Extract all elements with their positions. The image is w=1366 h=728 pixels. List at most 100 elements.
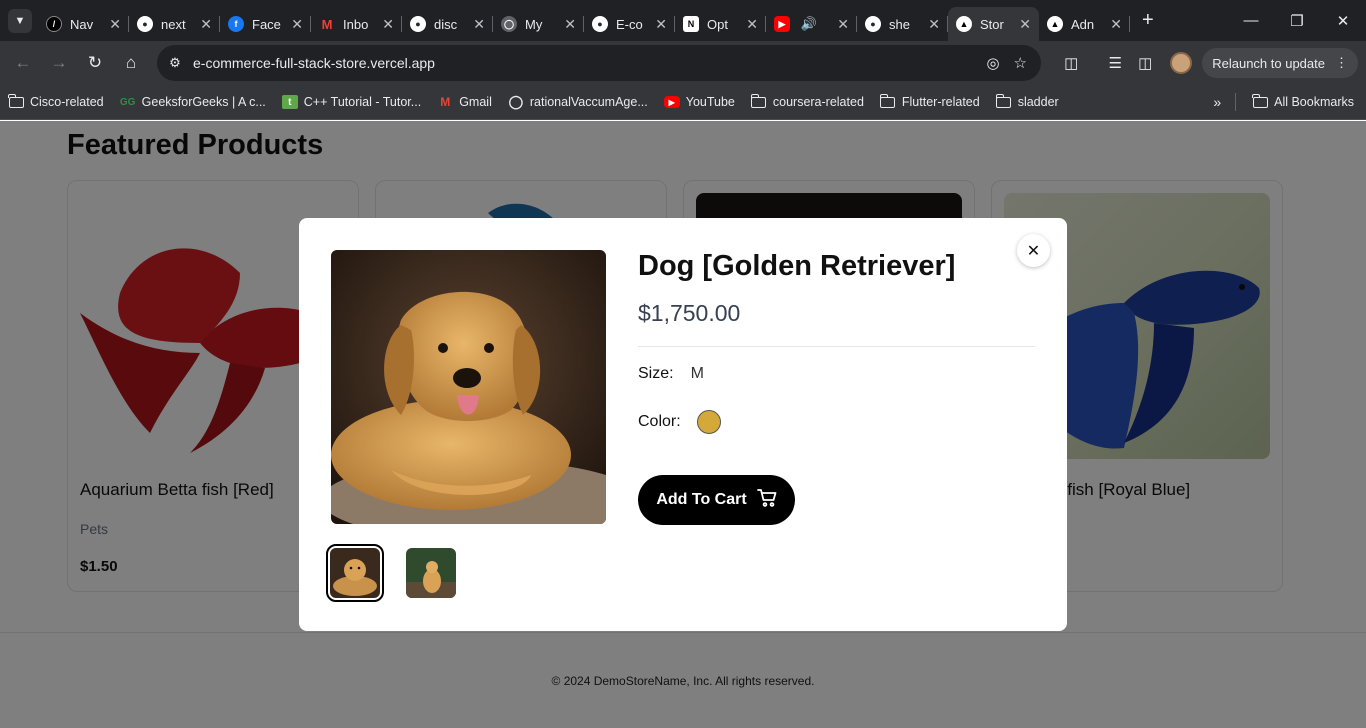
tab-label: disc bbox=[434, 16, 458, 32]
close-icon[interactable]: ✕ bbox=[655, 16, 667, 33]
tabs: / Nav ✕ ● next ✕ f Face ✕ M Inbo ✕ ● disc ✕ ◯ My ✕ ●… bbox=[38, 0, 1130, 41]
home-icon[interactable]: ⌂ bbox=[114, 46, 148, 80]
bookmark-sladder[interactable]: sladder bbox=[988, 93, 1067, 109]
close-icon[interactable]: ✕ bbox=[291, 16, 303, 33]
thumbnail-golden-retriever-lying[interactable] bbox=[326, 544, 384, 602]
tab-facebook[interactable]: f Face ✕ bbox=[220, 7, 311, 41]
address-bar[interactable]: ⚙ e-commerce-full-stack-store.vercel.app… bbox=[157, 45, 1041, 81]
tab-label: Stor bbox=[980, 16, 1004, 32]
window-close-icon[interactable]: ✕ bbox=[1320, 0, 1366, 41]
window-controls: — ❐ ✕ bbox=[1228, 0, 1366, 41]
close-icon[interactable]: ✕ bbox=[1019, 16, 1031, 33]
close-icon[interactable]: ✕ bbox=[564, 16, 576, 33]
close-icon[interactable]: ✕ bbox=[1110, 16, 1122, 33]
tab-youtube[interactable]: ▶ 🔊 ✕ bbox=[766, 7, 857, 41]
add-to-cart-button[interactable]: Add To Cart bbox=[638, 475, 795, 525]
close-icon[interactable]: ✕ bbox=[109, 16, 121, 33]
url-text[interactable]: e-commerce-full-stack-store.vercel.app bbox=[193, 55, 435, 71]
gmail-icon: M bbox=[321, 16, 333, 32]
back-arrow-icon[interactable]: ← bbox=[6, 46, 40, 80]
speaker-icon[interactable]: 🔊 bbox=[798, 16, 820, 32]
tab-label: Nav bbox=[70, 16, 94, 32]
bookmark-label: C++ Tutorial - Tutor... bbox=[303, 95, 422, 109]
tab-inbox[interactable]: M Inbo ✕ bbox=[311, 7, 402, 41]
tab-label: Opt bbox=[707, 16, 728, 32]
tab-search-chevron-icon[interactable]: ▼ bbox=[8, 8, 32, 33]
bookmarks-bar: Cisco-related GG GeeksforGeeks | A c... t… bbox=[0, 85, 1366, 120]
bookmark-geeksforgeeks[interactable]: GG GeeksforGeeks | A c... bbox=[112, 95, 274, 109]
media-controls-icon[interactable]: ☰ bbox=[1100, 54, 1130, 72]
github-icon: ● bbox=[410, 16, 426, 32]
bookmark-star-icon[interactable]: ☆ bbox=[1014, 54, 1027, 72]
tab-my[interactable]: ◯ My ✕ bbox=[493, 7, 584, 41]
gmail-icon: M bbox=[440, 95, 451, 109]
eye-off-icon[interactable]: ◎ bbox=[986, 54, 999, 72]
toolbar-right: ◫ ☰ ◫ Relaunch to update ⋮ bbox=[1056, 41, 1366, 85]
tab-ecommerce[interactable]: ● E-co ✕ bbox=[584, 7, 675, 41]
bookmark-label: coursera-related bbox=[772, 95, 864, 109]
tab-admin[interactable]: ▲ Adn ✕ bbox=[1039, 7, 1130, 41]
more-bookmarks-chevron-icon[interactable]: » bbox=[1213, 94, 1221, 110]
size-value: M bbox=[690, 365, 704, 382]
folder-icon bbox=[995, 93, 1012, 109]
tab-label: E-co bbox=[616, 16, 643, 32]
tab-she[interactable]: ● she ✕ bbox=[857, 7, 948, 41]
bookmark-rational[interactable]: ◯ rationalVaccumAge... bbox=[500, 94, 656, 109]
close-icon[interactable]: ✕ bbox=[746, 16, 758, 33]
github-icon: ● bbox=[137, 16, 153, 32]
facebook-icon: f bbox=[228, 16, 244, 32]
close-icon[interactable]: ✕ bbox=[1017, 234, 1050, 267]
size-row: Size: M bbox=[638, 365, 704, 383]
reload-icon[interactable]: ↻ bbox=[78, 46, 112, 80]
youtube-icon: ▶ bbox=[663, 96, 680, 108]
color-row: Color: bbox=[638, 410, 721, 434]
relaunch-button[interactable]: Relaunch to update ⋮ bbox=[1202, 48, 1358, 78]
relaunch-label: Relaunch to update bbox=[1212, 55, 1325, 71]
tab-disc[interactable]: ● disc ✕ bbox=[402, 7, 493, 41]
vercel-icon: ▲ bbox=[1047, 16, 1063, 32]
bookmark-label: Gmail bbox=[459, 95, 492, 109]
youtube-icon: ▶ bbox=[774, 16, 790, 32]
bookmark-label: Cisco-related bbox=[30, 95, 104, 109]
bookmark-coursera[interactable]: coursera-related bbox=[743, 93, 872, 109]
tab-nav[interactable]: / Nav ✕ bbox=[38, 7, 129, 41]
product-price: $1,750.00 bbox=[638, 300, 741, 326]
gfg-icon: GG bbox=[119, 96, 136, 108]
bookmark-cpp-tutorial[interactable]: t C++ Tutorial - Tutor... bbox=[274, 95, 429, 109]
tab-opt[interactable]: N Opt ✕ bbox=[675, 7, 766, 41]
bookmark-label: GeeksforGeeks | A c... bbox=[141, 95, 266, 109]
close-icon[interactable]: ✕ bbox=[200, 16, 212, 33]
close-icon[interactable]: ✕ bbox=[837, 16, 849, 33]
bookmark-flutter[interactable]: Flutter-related bbox=[872, 93, 988, 109]
extensions-icon[interactable]: ◫ bbox=[1056, 54, 1086, 72]
tab-label: Adn bbox=[1071, 16, 1095, 32]
globe-icon: ◯ bbox=[508, 94, 524, 109]
minimize-icon[interactable]: — bbox=[1228, 0, 1274, 41]
tab-store[interactable]: ▲ Stor ✕ bbox=[948, 7, 1039, 41]
side-panel-icon[interactable]: ◫ bbox=[1130, 54, 1160, 72]
folder-icon bbox=[879, 93, 896, 109]
restore-icon[interactable]: ❐ bbox=[1274, 0, 1320, 41]
forward-arrow-icon[interactable]: → bbox=[42, 46, 76, 80]
divider bbox=[638, 346, 1035, 347]
close-icon[interactable]: ✕ bbox=[928, 16, 940, 33]
bookmark-gmail[interactable]: M Gmail bbox=[429, 95, 500, 109]
site-info-icon[interactable]: ⚙ bbox=[163, 51, 187, 75]
github-icon: ● bbox=[592, 16, 608, 32]
tab-strip: ▼ / Nav ✕ ● next ✕ f Face ✕ M Inbo ✕ ● disc ✕ ◯ My ✕… bbox=[0, 0, 1366, 41]
color-label: Color: bbox=[638, 413, 681, 430]
close-icon[interactable]: ✕ bbox=[473, 16, 485, 33]
bookmark-label: YouTube bbox=[685, 95, 735, 109]
close-icon[interactable]: ✕ bbox=[382, 16, 394, 33]
thumbnail-golden-retriever-sitting[interactable] bbox=[406, 548, 456, 598]
tab-next[interactable]: ● next ✕ bbox=[129, 7, 220, 41]
bookmarks-divider bbox=[1235, 93, 1237, 111]
all-bookmarks[interactable]: All Bookmarks bbox=[1244, 93, 1362, 109]
bookmark-cisco[interactable]: Cisco-related bbox=[0, 93, 112, 109]
bookmark-youtube[interactable]: ▶ YouTube bbox=[656, 95, 743, 109]
color-swatch bbox=[696, 410, 721, 434]
kebab-menu-icon: ⋮ bbox=[1335, 55, 1348, 70]
profile-avatar[interactable] bbox=[1170, 52, 1193, 74]
vercel-icon: ▲ bbox=[956, 16, 972, 32]
new-tab-plus-icon[interactable]: + bbox=[1142, 9, 1154, 32]
